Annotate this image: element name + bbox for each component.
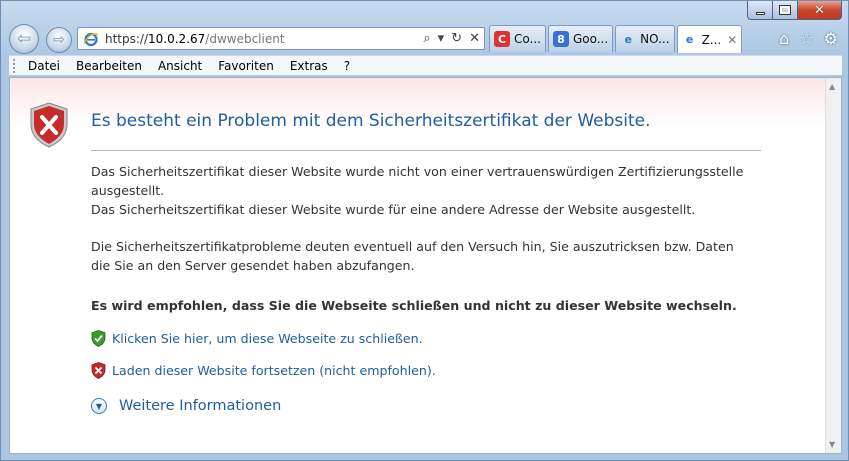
divider: [91, 150, 761, 151]
warning-text: Die Sicherheitszertifikatprobleme deuten…: [91, 239, 734, 273]
tab-google[interactable]: 8 Goo...: [547, 25, 614, 52]
tab-close-icon[interactable]: ✕: [727, 33, 737, 47]
page-content: Es besteht ein Problem mit dem Sicherhei…: [9, 77, 842, 454]
scroll-down-icon[interactable]: ▼: [829, 440, 835, 449]
stop-icon[interactable]: ✕: [469, 31, 480, 46]
favorites-icon[interactable]: ☆: [799, 29, 813, 48]
more-info-text[interactable]: Weitere Informationen: [119, 398, 281, 414]
tab-label: Z...: [701, 32, 722, 47]
caption-buttons: ✕: [747, 1, 842, 20]
url-scheme: https://: [105, 31, 149, 46]
url-path: /dwwebclient: [205, 31, 285, 46]
shield-error-icon: [30, 102, 68, 148]
menu-datei[interactable]: Datei: [28, 59, 60, 73]
tab-label: Co...: [514, 32, 541, 46]
tab-active[interactable]: e Z... ✕: [676, 25, 743, 53]
close-window-button[interactable]: ✕: [798, 1, 842, 20]
chrome-icon: C: [494, 31, 510, 47]
google-icon: 8: [552, 31, 569, 47]
browser-tools: ⌂ ☆ ⚙: [779, 29, 838, 48]
issue-address-mismatch: Das Sicherheitszertifikat dieser Website…: [91, 202, 696, 217]
url-host: 10.0.2.67: [148, 31, 206, 46]
continue-link[interactable]: Laden dieser Website fortsetzen (nicht e…: [91, 362, 436, 379]
menu-help[interactable]: ?: [344, 59, 350, 73]
navigation-bar: ⇦ ⇨ https://10.0.2.67/dwwebclient ⌕ ▾ ↻ …: [1, 21, 849, 57]
ie-icon: e: [685, 33, 694, 46]
minimize-button[interactable]: [747, 1, 773, 20]
recommendation-text: Es wird empfohlen, dass Sie die Webseite…: [91, 298, 737, 313]
menu-bar: Datei Bearbeiten Ansicht Favoriten Extra…: [9, 55, 842, 76]
certificate-issues: Das Sicherheitszertifikat dieser Website…: [91, 162, 751, 219]
tab-label: NO...: [640, 32, 670, 46]
maximize-button[interactable]: [773, 1, 798, 20]
shield-error-icon: [91, 362, 106, 379]
address-tools: ⌕ ▾ ↻ ✕: [423, 31, 480, 46]
home-icon[interactable]: ⌂: [779, 29, 789, 48]
arrow-right-icon: ⇨: [53, 32, 65, 48]
gear-icon[interactable]: ⚙: [824, 29, 838, 48]
close-page-link-text[interactable]: Klicken Sie hier, um diese Webseite zu s…: [112, 331, 423, 346]
menu-favoriten[interactable]: Favoriten: [218, 59, 274, 73]
tab-strip: C Co... 8 Goo... e NO... e Z... ✕: [489, 25, 744, 53]
ie-icon: e: [624, 32, 632, 46]
more-info-toggle[interactable]: ▼ Weitere Informationen: [91, 398, 281, 414]
tab-label: Goo...: [572, 32, 609, 46]
toolbar-grip: [13, 58, 16, 73]
ie-icon: [83, 32, 99, 46]
forward-button[interactable]: ⇨: [46, 27, 72, 53]
issue-untrusted: Das Sicherheitszertifikat dieser Website…: [91, 164, 744, 198]
tab-co[interactable]: C Co...: [489, 25, 546, 52]
continue-link-text[interactable]: Laden dieser Website fortsetzen (nicht e…: [112, 363, 436, 378]
maximize-icon: [779, 5, 791, 15]
close-page-link[interactable]: Klicken Sie hier, um diese Webseite zu s…: [91, 330, 423, 347]
address-bar[interactable]: https://10.0.2.67/dwwebclient ⌕ ▾ ↻ ✕: [77, 27, 485, 50]
shield-ok-icon: [91, 330, 106, 347]
back-button[interactable]: ⇦: [9, 24, 39, 54]
minimize-icon: [755, 11, 765, 15]
browser-window: ✕ ⇦ ⇨ https://10.0.2.67/dwwebclient ⌕ ▾ …: [0, 0, 849, 461]
page-title: Es besteht ein Problem mit dem Sicherhei…: [91, 111, 651, 131]
url-text: https://10.0.2.67/dwwebclient: [105, 32, 285, 46]
close-icon: ✕: [814, 2, 825, 18]
menu-ansicht[interactable]: Ansicht: [158, 59, 202, 73]
menu-bearbeiten[interactable]: Bearbeiten: [76, 59, 142, 73]
search-icon[interactable]: ⌕: [423, 31, 430, 46]
chevron-down-icon: ▼: [91, 398, 107, 414]
chevron-down-icon[interactable]: ▾: [438, 31, 445, 46]
refresh-icon[interactable]: ↻: [451, 31, 462, 46]
scroll-up-icon[interactable]: ▲: [829, 82, 835, 91]
tab-no[interactable]: e NO...: [615, 25, 675, 52]
menu-extras[interactable]: Extras: [290, 59, 328, 73]
arrow-left-icon: ⇦: [16, 29, 32, 49]
vertical-scrollbar[interactable]: ▲ ▼: [825, 78, 841, 453]
